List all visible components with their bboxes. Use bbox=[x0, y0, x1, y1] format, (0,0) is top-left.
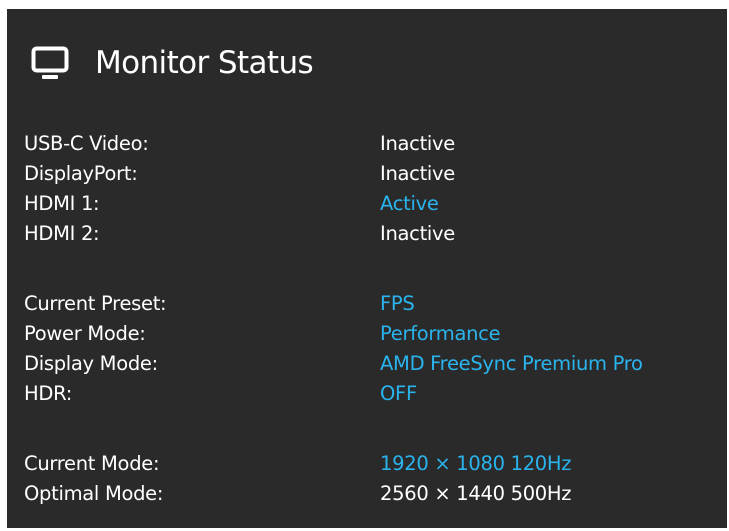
status-row-current-preset: Current Preset: FPS bbox=[24, 288, 724, 318]
monitor-status-panel: Monitor Status USB-C Video: Inactive Dis… bbox=[7, 9, 727, 528]
status-label: HDMI 2: bbox=[24, 221, 100, 245]
status-row-hdmi-2: HDMI 2: Inactive bbox=[24, 218, 724, 248]
status-value: 1920 × 1080 120Hz bbox=[380, 451, 572, 475]
status-row-hdr: HDR: OFF bbox=[24, 378, 724, 408]
status-row-power-mode: Power Mode: Performance bbox=[24, 318, 724, 348]
status-label: Display Mode: bbox=[24, 351, 158, 375]
input-status-list: USB-C Video: Inactive DisplayPort: Inact… bbox=[24, 128, 724, 248]
status-value: Inactive bbox=[380, 131, 455, 155]
mode-status-list: Current Mode: 1920 × 1080 120Hz Optimal … bbox=[24, 448, 724, 508]
status-value: Performance bbox=[380, 321, 501, 345]
status-row-optimal-mode: Optimal Mode: 2560 × 1440 500Hz bbox=[24, 478, 724, 508]
monitor-icon bbox=[31, 46, 69, 79]
status-value: AMD FreeSync Premium Pro bbox=[380, 351, 643, 375]
status-label: Current Preset: bbox=[24, 291, 167, 315]
status-label: Optimal Mode: bbox=[24, 481, 164, 505]
status-value: FPS bbox=[380, 291, 415, 315]
status-row-usb-c: USB-C Video: Inactive bbox=[24, 128, 724, 158]
settings-status-list: Current Preset: FPS Power Mode: Performa… bbox=[24, 288, 724, 408]
status-label: Power Mode: bbox=[24, 321, 146, 345]
status-label: DisplayPort: bbox=[24, 161, 138, 185]
panel-header: Monitor Status bbox=[31, 43, 314, 83]
status-row-hdmi-1: HDMI 1: Active bbox=[24, 188, 724, 218]
status-label: HDMI 1: bbox=[24, 191, 100, 215]
status-value: Active bbox=[380, 191, 439, 215]
status-label: HDR: bbox=[24, 381, 72, 405]
status-value: OFF bbox=[380, 381, 417, 405]
status-value: Inactive bbox=[380, 161, 455, 185]
status-row-current-mode: Current Mode: 1920 × 1080 120Hz bbox=[24, 448, 724, 478]
status-row-displayport: DisplayPort: Inactive bbox=[24, 158, 724, 188]
status-value: 2560 × 1440 500Hz bbox=[380, 481, 572, 505]
status-label: Current Mode: bbox=[24, 451, 160, 475]
status-row-display-mode: Display Mode: AMD FreeSync Premium Pro bbox=[24, 348, 724, 378]
status-label: USB-C Video: bbox=[24, 131, 149, 155]
page-title: Monitor Status bbox=[95, 45, 314, 81]
status-value: Inactive bbox=[380, 221, 455, 245]
